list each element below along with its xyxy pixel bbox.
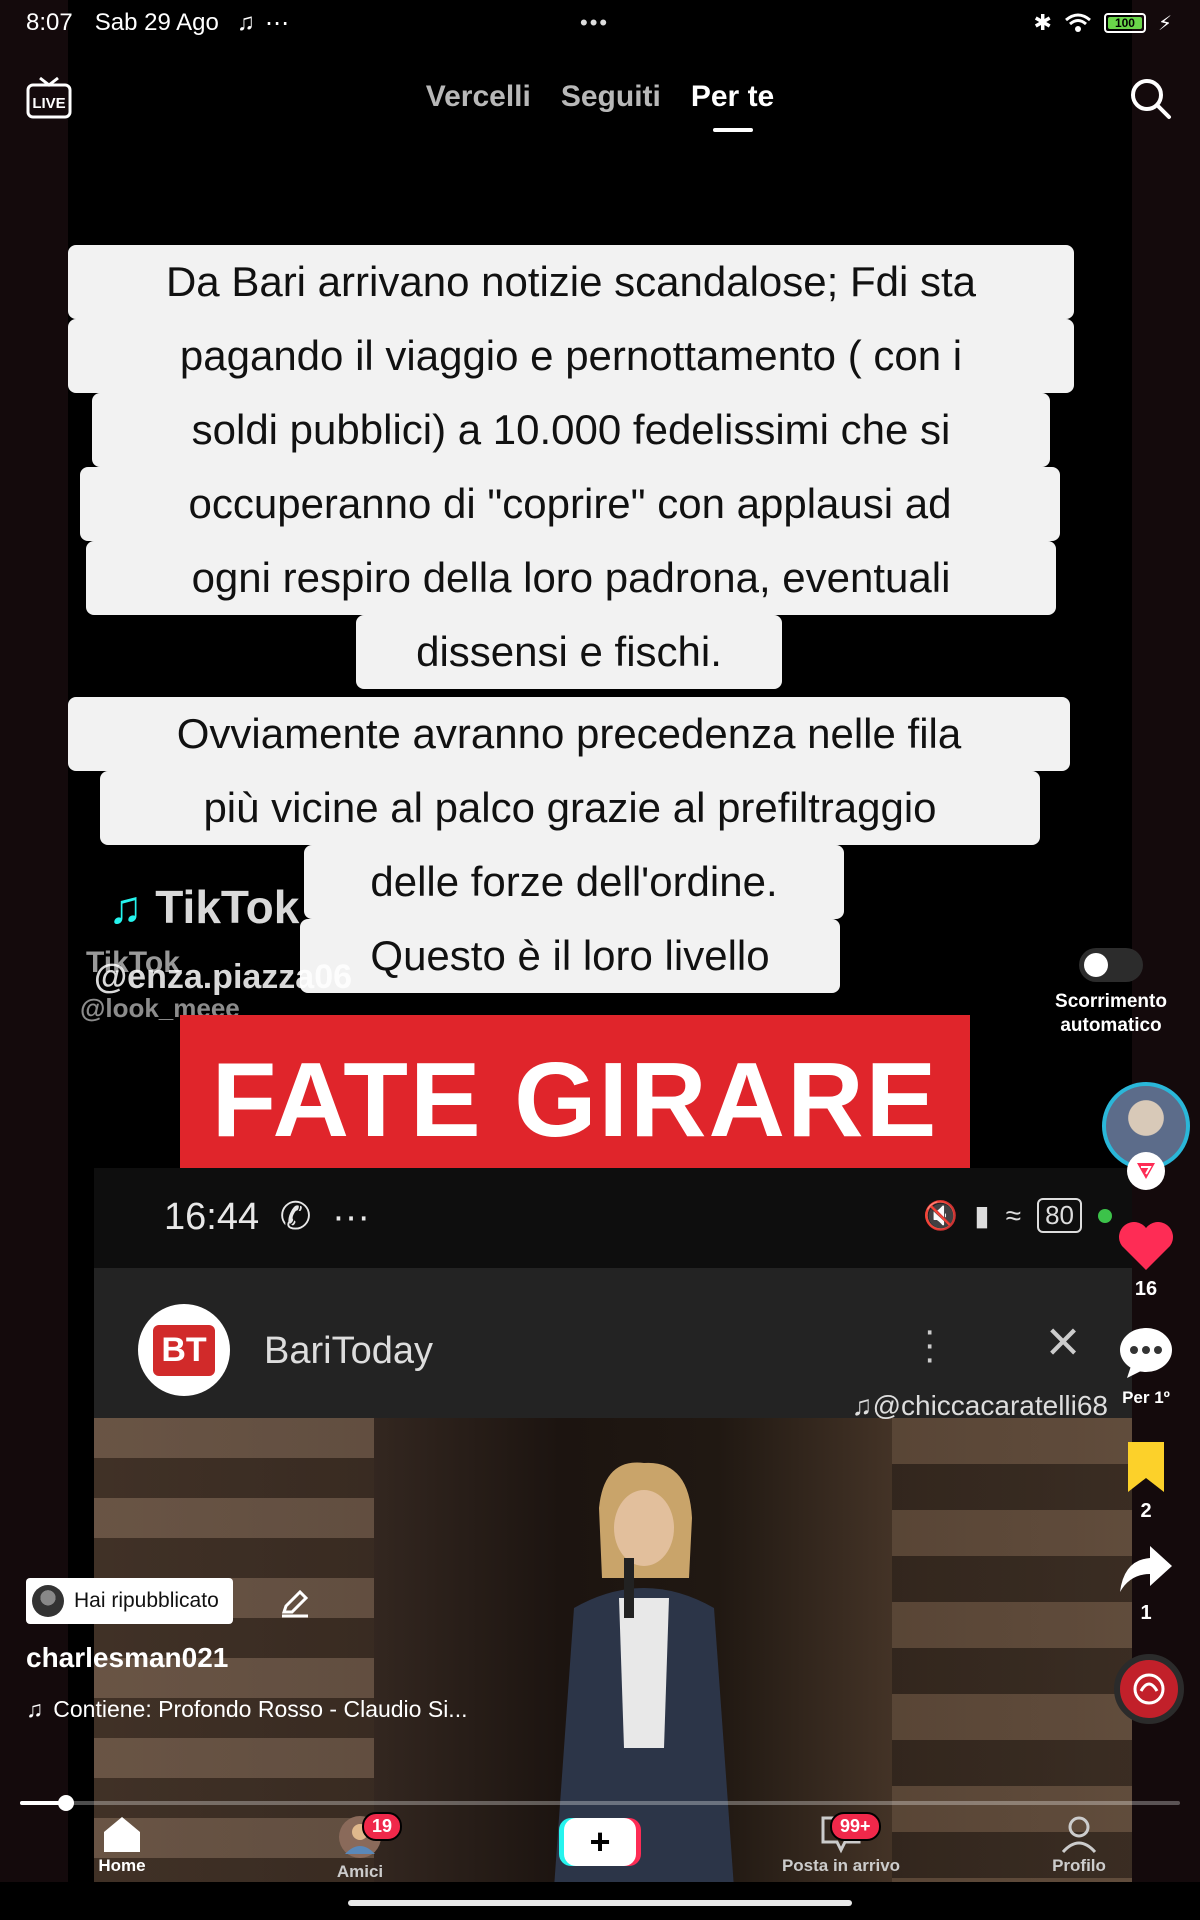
bookmark-icon	[1128, 1442, 1164, 1492]
tiktok-watermark-text: TikTok	[155, 881, 300, 933]
battery-icon: 100	[1103, 13, 1146, 33]
create-button[interactable]: +	[564, 1818, 636, 1866]
wifi-icon	[1064, 13, 1091, 32]
signal-icon: ▮	[974, 1200, 990, 1231]
heart-icon	[1119, 1222, 1173, 1270]
tiktok-watermark-logo-2: TikTok	[86, 946, 180, 979]
repost-chip[interactable]: Hai ripubblicato	[26, 1578, 233, 1624]
status-bar: 8:07 Sab 29 Ago ♫ ⋯ ••• ✱ 100 ⚡	[0, 0, 1200, 46]
tab-seguiti[interactable]: Seguiti	[561, 80, 661, 114]
music-title: Contiene: Profondo Rosso - Claudio Si...	[53, 1696, 468, 1722]
embedded-status-bar: 16:44 ✆ ··· 🔇 ▮ ≈ 80	[94, 1168, 1132, 1268]
profile-icon	[1061, 1816, 1097, 1854]
wifi-icon: ≈	[1005, 1199, 1022, 1231]
caption-line-5: ogni respiro della loro padrona, eventua…	[86, 541, 1056, 615]
like-button[interactable]: 16	[1108, 1220, 1184, 1301]
caption-line-2: pagando il viaggio e pernottamento ( con…	[68, 319, 1074, 393]
top-navigation: LIVE Vercelli Seguiti Per te	[0, 70, 1200, 140]
caption-line-8: più vicine al palco grazie al prefiltrag…	[100, 771, 1040, 845]
embedded-screenshot: 16:44 ✆ ··· 🔇 ▮ ≈ 80 BT BariToday · · · × …	[94, 1168, 1132, 1882]
status-time: 8:07	[26, 9, 73, 36]
caption-line-7: Ovviamente avranno precedenza nelle fila	[68, 697, 1070, 771]
search-icon[interactable]	[1128, 76, 1172, 120]
charging-icon: ⚡	[1157, 12, 1172, 35]
comment-label: Per 1º	[1122, 1388, 1170, 1407]
repost-avatar	[32, 1585, 64, 1617]
home-icon	[104, 1817, 140, 1852]
fate-girare-banner: FATE GIRARE	[180, 1015, 970, 1185]
save-button[interactable]: 2	[1108, 1440, 1184, 1523]
like-count: 16	[1134, 1278, 1158, 1300]
autoscroll-toggle[interactable]: Scorrimento automatico	[1046, 948, 1176, 1038]
bottom-navigation: Home Amici 19 + Posta in arrivo 99+ Prof…	[0, 1810, 1200, 1890]
share-button[interactable]: 1	[1108, 1540, 1184, 1625]
embedded-handle: ♫@chiccacaratelli68	[851, 1390, 1108, 1421]
autoscroll-label: Scorrimento automatico	[1055, 991, 1167, 1036]
mute-icon: 🔇	[923, 1200, 959, 1231]
caption-line-1: Da Bari arrivano notizie scandalose; Fdi…	[68, 245, 1074, 319]
inbox-badge: 99+	[830, 1812, 881, 1841]
tiktok-note-icon: ♫	[108, 881, 143, 933]
embedded-battery: 80	[1037, 1198, 1082, 1233]
home-indicator[interactable]	[348, 1900, 852, 1906]
comment-button[interactable]: Per 1º	[1108, 1326, 1184, 1409]
share-count: 1	[1140, 1602, 1152, 1624]
tab-vercelli[interactable]: Vercelli	[426, 80, 531, 114]
autoscroll-switch[interactable]	[1079, 948, 1143, 982]
caption-line-4: occuperanno di "coprire" con applausi ad	[80, 467, 1060, 541]
bluetooth-icon: ✱	[1033, 10, 1052, 35]
comment-icon	[1120, 1328, 1172, 1378]
nav-friends[interactable]: Amici 19	[330, 1812, 403, 1882]
share-icon	[1120, 1546, 1172, 1592]
caption-line-3: soldi pubblici) a 10.000 fedelissimi che…	[92, 393, 1050, 467]
nav-profile[interactable]: Profilo	[1046, 1814, 1112, 1876]
music-disc-icon[interactable]	[1114, 1654, 1184, 1724]
embedded-time: 16:44 ✆ ···	[164, 1196, 371, 1238]
follow-icon[interactable]	[1127, 1152, 1165, 1190]
caption-line-10: Questo è il loro livello	[300, 919, 840, 993]
baritoday-logo: BT	[138, 1304, 230, 1396]
creator-username[interactable]: charlesman021	[26, 1642, 228, 1674]
music-info[interactable]: ♫ Contiene: Profondo Rosso - Claudio Si.…	[26, 1696, 467, 1723]
save-count: 2	[1140, 1500, 1152, 1522]
tiktok-note-icon: ♫	[851, 1390, 873, 1421]
tiktok-notification-icon: ♫	[236, 9, 255, 36]
tiktok-watermark-logo: ♫ TikTok	[108, 880, 299, 934]
nav-home[interactable]: Home	[88, 1814, 156, 1876]
kebab-menu-icon: · · ·	[923, 1310, 936, 1380]
status-more: ⋯	[264, 9, 289, 37]
edit-icon[interactable]	[280, 1588, 310, 1618]
repost-label: Hai ripubblicato	[74, 1589, 219, 1612]
embedded-app-name: BariToday	[264, 1330, 433, 1372]
close-icon: ×	[1046, 1309, 1080, 1374]
multitask-dots[interactable]: •••	[580, 10, 609, 36]
caption-line-6: dissensi e fischi.	[356, 615, 782, 689]
caption-line-9: delle forze dell'ordine.	[304, 845, 844, 919]
friends-badge: 19	[362, 1812, 403, 1841]
playback-progress[interactable]	[20, 1795, 1180, 1811]
nav-inbox[interactable]: Posta in arrivo 99+	[776, 1812, 906, 1876]
whatsapp-icon: ✆	[279, 1196, 312, 1238]
status-date: Sab 29 Ago	[94, 9, 219, 36]
more-icon: ···	[332, 1196, 371, 1238]
tab-per-te[interactable]: Per te	[691, 80, 774, 114]
music-note-icon: ♫	[26, 1696, 44, 1722]
